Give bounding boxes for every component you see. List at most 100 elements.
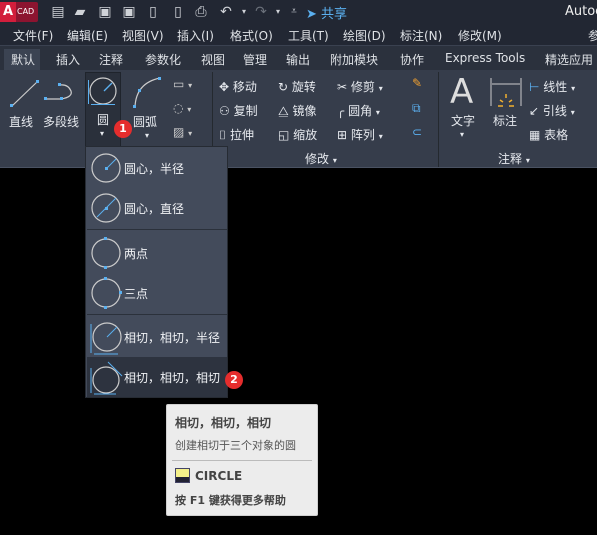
stretch-button[interactable]: ⌷ 拉伸	[219, 126, 254, 143]
menu-item-three-point[interactable]: 三点	[87, 273, 227, 313]
linear-dimension-icon: ⊢	[529, 80, 540, 94]
table-icon: ▦	[529, 128, 541, 142]
arc-dropdown-icon[interactable]: ▾	[145, 131, 149, 140]
tab-insert[interactable]: 插入	[56, 51, 80, 68]
rotate-button[interactable]: ↻ 旋转	[278, 78, 316, 95]
fillet-dropdown-icon[interactable]: ▾	[376, 108, 380, 117]
tan-tan-radius-icon	[90, 322, 122, 355]
tab-output[interactable]: 输出	[286, 51, 310, 68]
tooltip-help: 按 F1 键获得更多帮助	[175, 494, 286, 507]
polyline-button[interactable]: 多段线	[43, 75, 83, 135]
copy-button[interactable]: ⚇ 复制	[219, 102, 258, 119]
tab-featured-apps[interactable]: 精选应用	[545, 51, 593, 68]
undo-dropdown-icon[interactable]: ▾	[236, 4, 252, 20]
redo-dropdown-icon[interactable]: ▾	[270, 4, 286, 20]
save-to-device-icon[interactable]: ▯	[170, 4, 186, 20]
text-dropdown-icon[interactable]: ▾	[460, 130, 464, 139]
customize-toolbar-icon[interactable]: ⩡	[286, 4, 302, 20]
tab-annotate[interactable]: 注释	[99, 51, 123, 68]
menu-tools[interactable]: 工具(T)	[288, 27, 329, 44]
text-button[interactable]: A 文字 ▾	[447, 72, 481, 144]
menu-item-tan-tan-radius[interactable]: 相切，相切，半径	[87, 317, 227, 357]
tan-tan-tan-icon	[90, 361, 123, 395]
annotation-panel-title[interactable]: 注释 ▾	[498, 150, 530, 167]
menu-item-label: 两点	[124, 247, 149, 261]
open-folder-icon[interactable]: ▰	[72, 4, 88, 20]
dimension-button[interactable]: 标注	[489, 74, 523, 134]
array-button[interactable]: ⊞ 阵列 ▾	[337, 126, 383, 143]
title-bar: ACAD ▤ ▰ ▣ ▣ ▯ ▯ ⎙ ↶ ▾ ↷ ▾ ⩡ ➤ 共享 Autoc	[0, 0, 597, 24]
tab-view[interactable]: 视图	[201, 51, 225, 68]
table-button[interactable]: ▦ 表格	[529, 126, 568, 143]
menu-draw[interactable]: 绘图(D)	[343, 27, 386, 44]
undo-icon[interactable]: ↶	[218, 4, 234, 20]
tab-parametric[interactable]: 参数化	[145, 51, 181, 68]
array-dropdown-icon[interactable]: ▾	[379, 132, 383, 141]
menu-bar: 文件(F) 编辑(E) 视图(V) 插入(I) 格式(O) 工具(T) 绘图(D…	[0, 24, 597, 45]
save-as-icon[interactable]: ▣	[121, 4, 137, 20]
tab-default[interactable]: 默认	[11, 51, 35, 68]
trim-label: 修剪	[350, 80, 375, 94]
save-icon[interactable]: ▣	[97, 4, 113, 20]
menu-item-two-point[interactable]: 两点	[87, 233, 227, 273]
circle-dropdown-icon[interactable]: ▾	[100, 129, 104, 138]
menu-view[interactable]: 视图(V)	[122, 27, 164, 44]
menu-item-label: 圆心，半径	[124, 162, 185, 176]
circle-button[interactable]: 圆 ▾	[85, 72, 121, 148]
linear-button[interactable]: ⊢ 线性 ▾	[529, 78, 575, 95]
arc-button[interactable]: 圆弧 ▾	[128, 75, 168, 145]
move-button[interactable]: ✥ 移动	[219, 78, 257, 95]
line-button[interactable]: 直线	[5, 75, 41, 135]
leader-icon: ↙	[529, 104, 540, 118]
modify-panel-title[interactable]: 修改 ▾	[305, 150, 337, 167]
hatch-icon[interactable]: ▨ ▾	[173, 125, 192, 139]
erase-icon[interactable]: ✎	[412, 76, 422, 90]
app-logo[interactable]: A CAD	[0, 2, 38, 22]
menu-file[interactable]: 文件(F)	[13, 27, 53, 44]
share-label: 共享	[321, 7, 348, 22]
menu-more[interactable]: 参	[588, 27, 597, 44]
linear-dropdown-icon[interactable]: ▾	[571, 84, 575, 93]
tab-collaborate[interactable]: 协作	[400, 51, 424, 68]
leader-dropdown-icon[interactable]: ▾	[571, 108, 575, 117]
new-file-icon[interactable]: ▤	[50, 4, 66, 20]
menu-item-tan-tan-tan[interactable]: 相切，相切，相切	[87, 357, 227, 397]
rectangle-icon[interactable]: ▭ ▾	[173, 77, 192, 91]
linear-label: 线性	[543, 80, 568, 94]
logo-text: CAD	[17, 7, 35, 16]
menu-separator	[87, 229, 227, 230]
annotation-title-label: 注释	[498, 152, 523, 166]
text-label: 文字	[451, 114, 476, 128]
offset-icon[interactable]: ⊂	[412, 125, 422, 139]
trim-button[interactable]: ✂ 修剪 ▾	[337, 78, 383, 95]
fillet-button[interactable]: ╭ 圆角 ▾	[337, 102, 380, 119]
explode-icon[interactable]: ⧉	[412, 101, 421, 116]
text-icon: A	[450, 72, 474, 112]
fillet-icon: ╭	[337, 104, 345, 118]
table-label: 表格	[544, 128, 569, 142]
move-icon: ✥	[219, 80, 230, 94]
annotation-expand-icon: ▾	[525, 156, 530, 165]
tab-express-tools[interactable]: Express Tools	[445, 51, 525, 65]
menu-item-center-radius[interactable]: 圆心，半径	[87, 148, 227, 188]
open-from-device-icon[interactable]: ▯	[145, 4, 161, 20]
ellipse-icon[interactable]: ◌ ▾	[173, 101, 191, 115]
menu-edit[interactable]: 编辑(E)	[67, 27, 108, 44]
menu-format[interactable]: 格式(O)	[230, 27, 273, 44]
trim-dropdown-icon[interactable]: ▾	[379, 84, 383, 93]
menu-dimension[interactable]: 标注(N)	[400, 27, 442, 44]
menu-item-center-diameter[interactable]: 圆心，直径	[87, 188, 227, 228]
leader-label: 引线	[542, 104, 567, 118]
tooltip-command: CIRCLE	[195, 469, 243, 483]
redo-icon[interactable]: ↷	[253, 4, 269, 20]
three-point-icon	[91, 277, 122, 309]
menu-modify[interactable]: 修改(M)	[458, 27, 502, 44]
print-icon[interactable]: ⎙	[193, 4, 209, 20]
leader-button[interactable]: ↙ 引线 ▾	[529, 102, 575, 119]
tab-addins[interactable]: 附加模块	[330, 51, 378, 68]
share-button[interactable]: ➤ 共享	[306, 3, 347, 22]
tab-manage[interactable]: 管理	[243, 51, 267, 68]
mirror-button[interactable]: ⧋ 镜像	[278, 102, 317, 119]
scale-button[interactable]: ◱ 缩放	[278, 126, 317, 143]
menu-insert[interactable]: 插入(I)	[177, 27, 214, 44]
